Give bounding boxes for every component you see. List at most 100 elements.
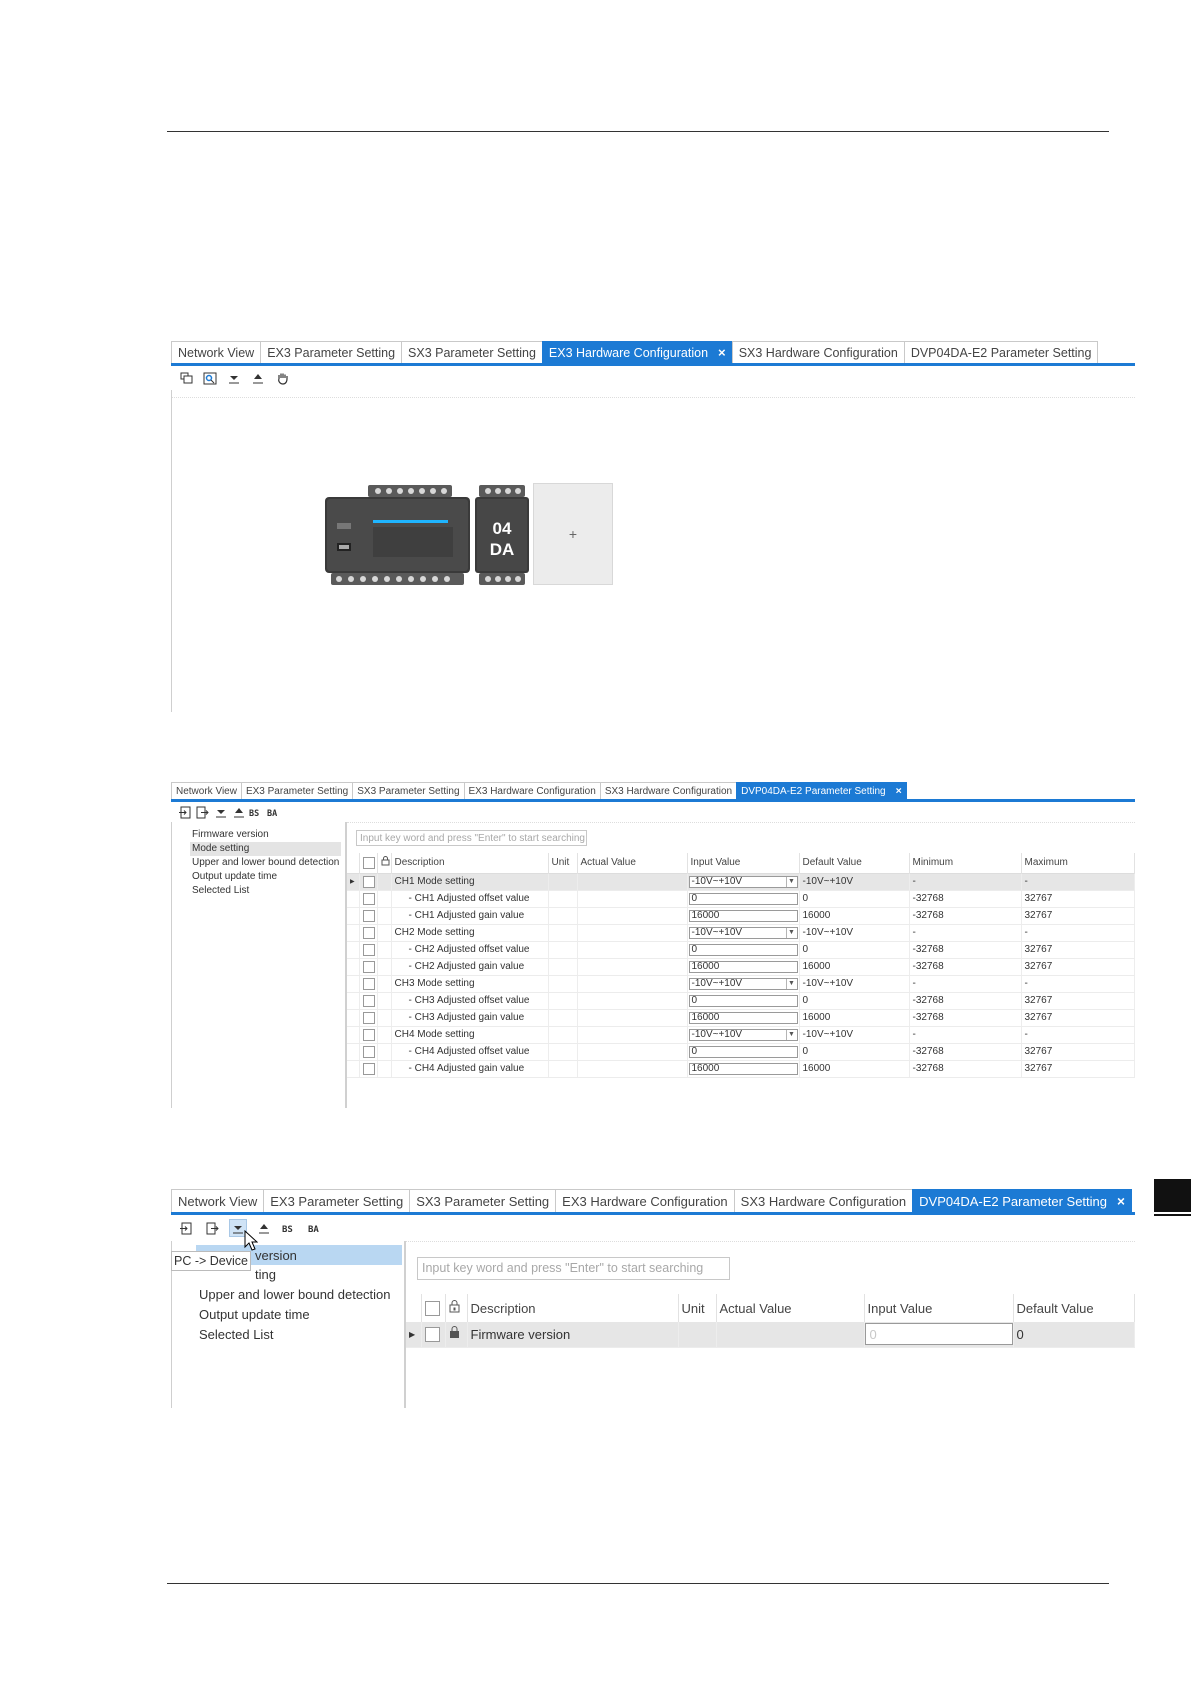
sidebar-item-output-update[interactable]: Output update time [172, 1305, 404, 1325]
sidebar-item-4[interactable]: Selected List [190, 884, 341, 898]
export-icon[interactable] [203, 1219, 221, 1237]
chevron-down-icon[interactable]: ▼ [785, 927, 797, 938]
row-expand-icon[interactable] [347, 958, 360, 976]
row-checkbox[interactable] [362, 926, 375, 939]
tab-ex3-parameter-setting[interactable]: EX3 Parameter Setting [240, 782, 353, 799]
tab-ex3-parameter-setting[interactable]: EX3 Parameter Setting [260, 341, 402, 363]
search-input[interactable]: Input key word and press "Enter" to star… [356, 830, 587, 846]
table-row[interactable]: CH2 Mode setting -10V~+10V ▼ -10V~+10V - - [347, 924, 1135, 942]
row-checkbox[interactable] [362, 1011, 375, 1024]
sidebar-item-0[interactable]: Firmware version [190, 828, 341, 842]
row-checkbox[interactable] [362, 1045, 375, 1058]
row-input-value[interactable]: 0 [688, 994, 798, 1007]
import-icon[interactable] [177, 1219, 195, 1237]
table-row[interactable]: - CH4 Adjusted gain value 16000 16000 -3276… [347, 1060, 1135, 1078]
table-row[interactable]: ▶ CH1 Mode setting -10V~+10V ▼ -10V~+10V - - [347, 873, 1135, 891]
da-module[interactable]: 04 DA [475, 485, 529, 585]
table-row[interactable]: - CH3 Adjusted offset value 0 0 -32768 32767 [347, 992, 1135, 1010]
row-checkbox[interactable] [362, 960, 375, 973]
table-row[interactable]: CH4 Mode setting -10V~+10V ▼ -10V~+10V - - [347, 1026, 1135, 1044]
row-input-value[interactable]: 16000 [688, 960, 798, 973]
tab-ex3-parameter-setting[interactable]: EX3 Parameter Setting [263, 1189, 410, 1212]
row-checkbox[interactable] [362, 977, 375, 990]
sidebar-item-1[interactable]: Mode setting [190, 842, 341, 856]
row-expand-icon[interactable] [347, 907, 360, 925]
row-input-select[interactable]: -10V~+10V ▼ [688, 1028, 798, 1041]
row-expand-icon[interactable] [347, 1043, 360, 1061]
row-input-value[interactable]: 0 [688, 1045, 798, 1058]
table-row[interactable]: ▶ Firmware version 0 0 [406, 1322, 1135, 1348]
chevron-down-icon[interactable]: ▼ [785, 876, 797, 887]
table-row[interactable]: - CH4 Adjusted offset value 0 0 -32768 32767 [347, 1043, 1135, 1061]
sidebar-item-bound-detection[interactable]: Upper and lower bound detection [172, 1285, 404, 1305]
table-row[interactable]: - CH1 Adjusted offset value 0 0 -32768 32767 [347, 890, 1135, 908]
download-icon[interactable] [213, 805, 228, 820]
tab-sx3-parameter-setting[interactable]: SX3 Parameter Setting [401, 341, 542, 363]
upload-icon[interactable] [249, 369, 267, 387]
table-row[interactable]: - CH1 Adjusted gain value 16000 16000 -3276… [347, 907, 1135, 925]
plc-main-unit[interactable] [325, 485, 470, 585]
import-icon[interactable] [177, 805, 192, 820]
sidebar-item-2[interactable]: Upper and lower bound detection [190, 856, 341, 870]
copy-icon[interactable] [177, 369, 195, 387]
row-expand-icon[interactable] [347, 924, 360, 942]
row-checkbox[interactable] [424, 1327, 440, 1343]
row-checkbox[interactable] [362, 994, 375, 1007]
row-input-value[interactable]: 16000 [688, 909, 798, 922]
row-expand-icon[interactable]: ▶ [406, 1322, 422, 1348]
hex-data-icon[interactable]: BA [267, 805, 282, 820]
close-tab-icon[interactable]: × [1117, 1194, 1125, 1209]
row-expand-icon[interactable] [347, 1009, 360, 1027]
hex-data-icon[interactable]: BA [307, 1219, 325, 1237]
select-all-checkbox[interactable] [362, 856, 375, 869]
tab-network-view[interactable]: Network View [171, 782, 241, 799]
tab-sx3-parameter-setting[interactable]: SX3 Parameter Setting [409, 1189, 556, 1212]
row-input-select[interactable]: -10V~+10V ▼ [688, 926, 798, 939]
row-expand-icon[interactable] [347, 975, 360, 993]
row-expand-icon[interactable] [347, 992, 360, 1010]
export-icon[interactable] [195, 805, 210, 820]
hand-icon[interactable] [273, 369, 291, 387]
row-input-select[interactable]: -10V~+10V ▼ [688, 875, 798, 888]
row-input-value[interactable]: 0 [688, 892, 798, 905]
tab-sx3-hardware-configuration[interactable]: SX3 Hardware Configuration [599, 782, 737, 799]
row-input-value[interactable]: 16000 [688, 1011, 798, 1024]
close-tab-icon[interactable]: × [718, 345, 726, 360]
table-row[interactable]: CH3 Mode setting -10V~+10V ▼ -10V~+10V - - [347, 975, 1135, 993]
sidebar-item-3[interactable]: Output update time [190, 870, 341, 884]
upload-icon[interactable] [231, 805, 246, 820]
tab-ex3-hardware-configuration[interactable]: EX3 Hardware Configuration [555, 1189, 734, 1212]
hex-bit-icon[interactable]: BS [281, 1219, 299, 1237]
tab-ex3-hardware-configuration[interactable]: EX3 Hardware Configuration × [541, 341, 732, 363]
hex-bit-icon[interactable]: BS [249, 805, 264, 820]
row-input-value[interactable]: 16000 [688, 1062, 798, 1075]
table-row[interactable]: - CH2 Adjusted offset value 0 0 -32768 32767 [347, 941, 1135, 959]
row-checkbox[interactable] [362, 909, 375, 922]
tab-network-view[interactable]: Network View [171, 341, 261, 363]
row-input-value[interactable]: 0 [864, 1323, 1012, 1346]
row-expand-icon[interactable]: ▶ [347, 873, 360, 891]
select-all-checkbox[interactable] [424, 1301, 440, 1317]
tab-ex3-hardware-configuration[interactable]: EX3 Hardware Configuration [463, 782, 600, 799]
row-expand-icon[interactable] [347, 890, 360, 908]
row-checkbox[interactable] [362, 892, 375, 905]
chevron-down-icon[interactable]: ▼ [785, 978, 797, 989]
hardware-canvas[interactable]: 04 DA + [171, 390, 1135, 712]
sidebar-item-selected-list[interactable]: Selected List [172, 1325, 404, 1345]
tab-sx3-hardware-configuration[interactable]: SX3 Hardware Configuration [731, 341, 904, 363]
tab-sx3-hardware-configuration[interactable]: SX3 Hardware Configuration [733, 1189, 913, 1212]
row-expand-icon[interactable] [347, 1060, 360, 1078]
download-icon[interactable] [225, 369, 243, 387]
table-row[interactable]: - CH2 Adjusted gain value 16000 16000 -3276… [347, 958, 1135, 976]
row-checkbox[interactable] [362, 1028, 375, 1041]
row-expand-icon[interactable] [347, 1026, 360, 1044]
row-checkbox[interactable] [362, 943, 375, 956]
row-input-select[interactable]: -10V~+10V ▼ [688, 977, 798, 990]
tab-dvp04da-e2-parameter-setting[interactable]: DVP04DA-E2 Parameter Setting × [736, 782, 907, 799]
chevron-down-icon[interactable]: ▼ [785, 1029, 797, 1040]
row-checkbox[interactable] [362, 1062, 375, 1075]
row-checkbox[interactable] [362, 875, 375, 888]
tab-sx3-parameter-setting[interactable]: SX3 Parameter Setting [352, 782, 464, 799]
table-row[interactable]: - CH3 Adjusted gain value 16000 16000 -3276… [347, 1009, 1135, 1027]
row-expand-icon[interactable] [347, 941, 360, 959]
